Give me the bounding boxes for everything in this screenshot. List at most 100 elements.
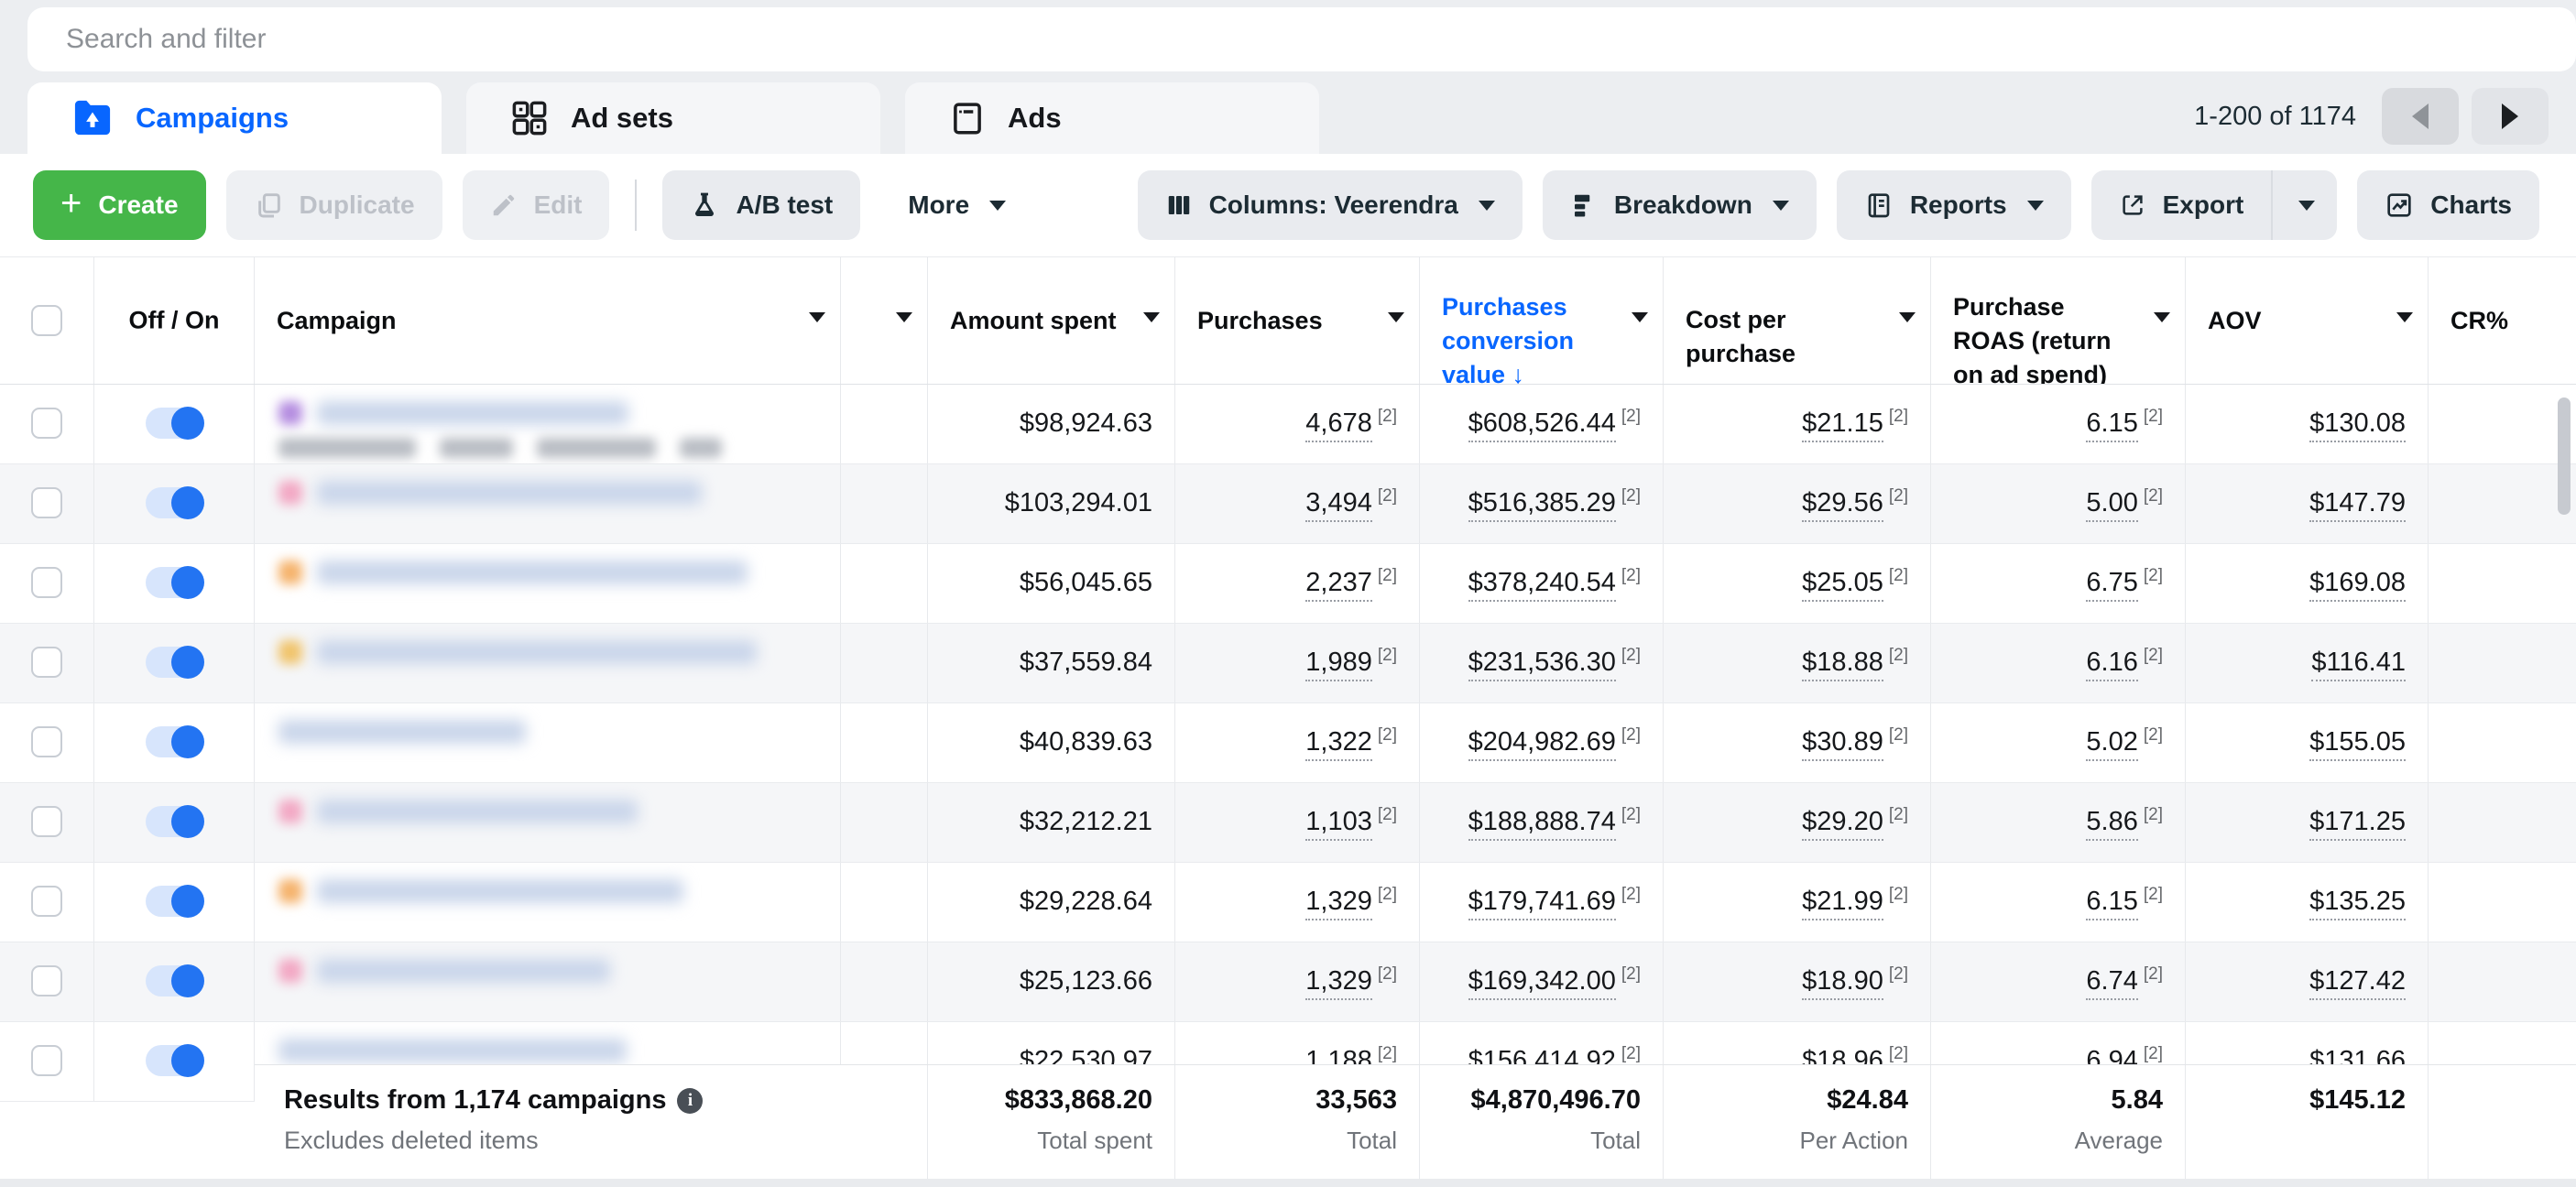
cell-cost-per-purchase: $18.90[2] [1664, 942, 1931, 1021]
collapsed-cell [841, 863, 928, 942]
campaign-tag-icon [278, 640, 302, 664]
header-cr[interactable]: CR% [2429, 257, 2576, 384]
campaign-toggle[interactable] [146, 965, 202, 996]
row-toggle-cell [94, 624, 255, 702]
hover-action-redacted[interactable] [537, 438, 656, 458]
header-purchase-roas[interactable]: Purchase ROAS (return on ad spend) [1931, 257, 2186, 384]
summary-row: Results from 1,174 campaigns i Excludes … [255, 1064, 2576, 1182]
row-hover-actions[interactable] [278, 438, 840, 458]
header-collapsed-column[interactable] [841, 257, 928, 384]
ads-manager-page: Campaigns Ad sets Ads 1-200 of 1174 [0, 0, 2576, 1187]
row-toggle-cell [94, 863, 255, 942]
row-checkbox[interactable] [31, 567, 62, 598]
campaign-toggle[interactable] [146, 567, 202, 598]
collapsed-cell [841, 464, 928, 543]
cell-amount-spent: $103,294.01 [928, 464, 1175, 543]
campaign-toggle[interactable] [146, 726, 202, 757]
create-button[interactable]: + Create [33, 170, 206, 240]
hover-action-redacted[interactable] [680, 438, 722, 458]
plus-icon: + [60, 185, 82, 222]
campaign-toggle[interactable] [146, 1045, 202, 1076]
campaign-toggle[interactable] [146, 647, 202, 678]
cell-cr [2429, 464, 2576, 543]
cell-cr [2429, 783, 2576, 862]
campaigns-folder-icon [71, 99, 114, 137]
results-summary: Results from 1,174 campaigns i Excludes … [255, 1065, 928, 1182]
cell-cr [2429, 544, 2576, 623]
campaign-name-redacted[interactable] [317, 401, 628, 425]
campaign-cell [255, 544, 841, 623]
row-checkbox[interactable] [31, 965, 62, 996]
reports-icon [1864, 191, 1894, 220]
pagination-next-button[interactable] [2472, 88, 2549, 145]
campaign-name-redacted[interactable] [317, 481, 702, 505]
cell-aov: $171.25 [2186, 783, 2429, 862]
hover-action-redacted[interactable] [440, 438, 513, 458]
reports-button-label: Reports [1910, 191, 2007, 220]
select-all-checkbox[interactable] [31, 305, 62, 336]
campaign-toggle[interactable] [146, 806, 202, 837]
export-button[interactable]: Export [2091, 170, 2272, 240]
tab-ad-sets[interactable]: Ad sets [466, 82, 880, 154]
header-campaign[interactable]: Campaign [255, 257, 841, 384]
row-checkbox[interactable] [31, 1045, 62, 1076]
info-icon[interactable]: i [677, 1088, 703, 1114]
campaign-toggle[interactable] [146, 886, 202, 917]
campaign-name-redacted[interactable] [278, 720, 526, 744]
search-input[interactable] [27, 7, 2576, 71]
reports-button[interactable]: Reports [1837, 170, 2071, 240]
row-checkbox-cell [0, 624, 94, 702]
duplicate-icon [254, 191, 283, 220]
campaign-name-redacted[interactable] [317, 879, 683, 903]
breakdown-button[interactable]: Breakdown [1543, 170, 1817, 240]
chevron-down-icon [1773, 201, 1789, 211]
export-options-button[interactable] [2271, 170, 2337, 240]
total-cr [2429, 1065, 2576, 1182]
vertical-scrollbar[interactable] [2558, 397, 2571, 515]
collapsed-cell [841, 385, 928, 463]
table-row: $103,294.013,494[2]$516,385.29[2]$29.56[… [0, 464, 2576, 544]
ab-test-button[interactable]: A/B test [662, 170, 860, 240]
tab-campaigns[interactable]: Campaigns [27, 82, 442, 154]
header-purchases[interactable]: Purchases [1175, 257, 1420, 384]
campaign-toggle[interactable] [146, 408, 202, 439]
row-checkbox[interactable] [31, 647, 62, 678]
ab-test-button-label: A/B test [736, 191, 833, 220]
row-checkbox[interactable] [31, 726, 62, 757]
header-cost-per-purchase[interactable]: Cost per purchase [1664, 257, 1931, 384]
tab-ads[interactable]: Ads [905, 82, 1319, 154]
edit-button[interactable]: Edit [463, 170, 610, 240]
columns-button[interactable]: Columns: Veerendra [1138, 170, 1523, 240]
results-note: Excludes deleted items [284, 1127, 927, 1155]
header-purchases-conversion-value[interactable]: Purchases conversion value ↓ [1420, 257, 1664, 384]
chevron-down-icon [2027, 201, 2044, 211]
campaign-toggle[interactable] [146, 487, 202, 518]
more-button[interactable]: More [880, 170, 1033, 240]
hover-action-redacted[interactable] [278, 438, 416, 458]
row-toggle-cell [94, 1022, 255, 1101]
cell-conversion-value: $516,385.29[2] [1420, 464, 1664, 543]
campaign-name-redacted[interactable] [317, 640, 757, 664]
campaign-name-redacted[interactable] [317, 800, 638, 823]
chevron-right-icon [2502, 103, 2518, 129]
toolbar-divider [635, 180, 637, 231]
header-aov[interactable]: AOV [2186, 257, 2429, 384]
chevron-down-icon [1479, 201, 1495, 211]
cell-aov: $130.08 [2186, 385, 2429, 463]
row-checkbox-cell [0, 703, 94, 782]
tab-ad-sets-label: Ad sets [571, 102, 673, 135]
campaign-name-redacted[interactable] [278, 1039, 627, 1062]
horizontal-scrollbar-track[interactable] [0, 1179, 2576, 1187]
charts-button[interactable]: Charts [2357, 170, 2539, 240]
row-checkbox[interactable] [31, 408, 62, 439]
header-amount-spent[interactable]: Amount spent [928, 257, 1175, 384]
row-checkbox[interactable] [31, 806, 62, 837]
cell-amount-spent: $40,839.63 [928, 703, 1175, 782]
row-checkbox[interactable] [31, 487, 62, 518]
campaign-name-redacted[interactable] [317, 561, 748, 584]
campaign-name-redacted[interactable] [317, 959, 610, 983]
duplicate-button[interactable]: Duplicate [226, 170, 442, 240]
pagination-prev-button[interactable] [2382, 88, 2459, 145]
tab-row: Campaigns Ad sets Ads 1-200 of 1174 [27, 82, 2549, 154]
row-checkbox[interactable] [31, 886, 62, 917]
